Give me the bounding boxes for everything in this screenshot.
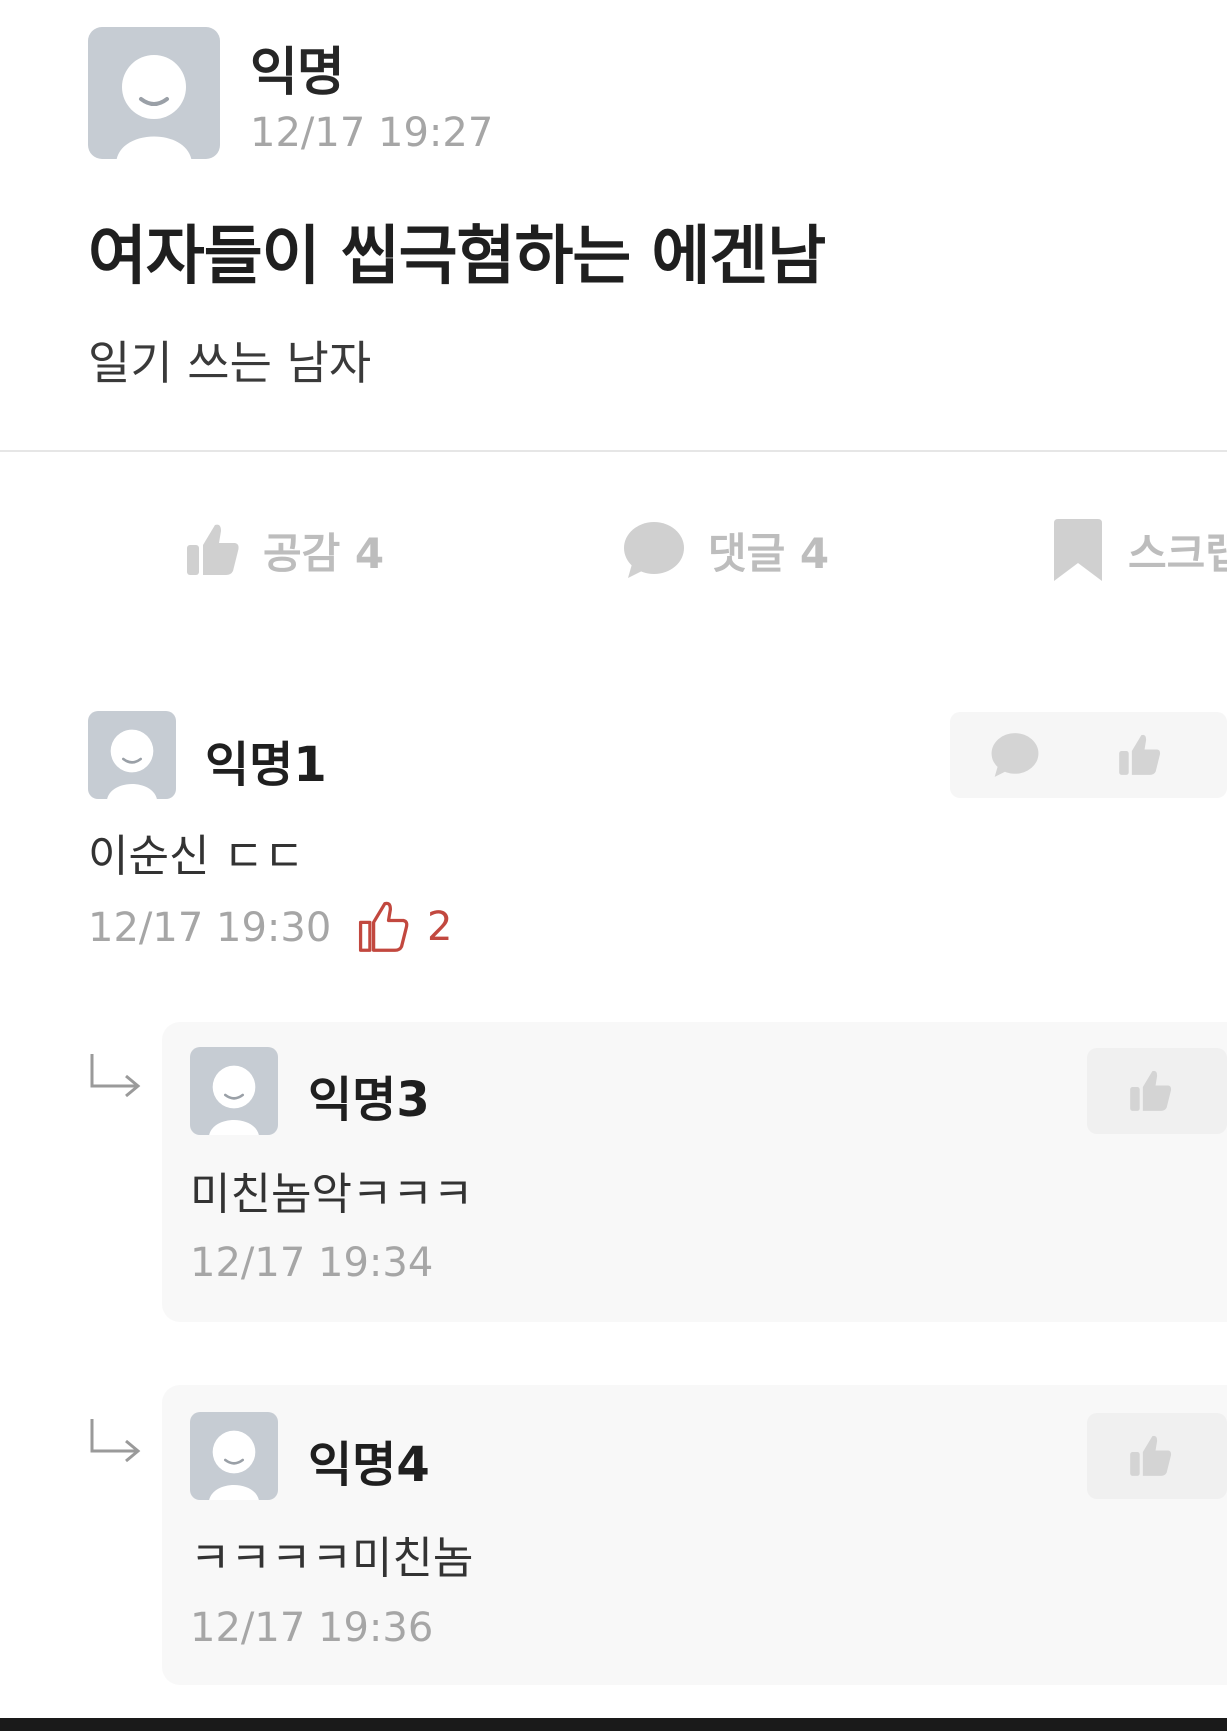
reply-author: 익명4 (308, 1437, 430, 1493)
comment-text: 이순신 ㄷㄷ (88, 831, 305, 882)
post-title: 여자들이 씹극혐하는 에겐남 (88, 220, 826, 294)
thumbs-up-icon (358, 901, 409, 952)
avatar-icon (209, 1065, 259, 1135)
reply-tools (1087, 1413, 1227, 1499)
reply-time: 12/17 19:34 (190, 1240, 434, 1286)
comment-author: 익명1 (205, 737, 327, 793)
divider (0, 450, 1227, 452)
post-time: 12/17 19:27 (250, 110, 494, 156)
comment-avatar (88, 711, 176, 799)
comment-like-number: 2 (427, 904, 453, 950)
thumbs-up-icon (187, 524, 239, 575)
reply-arrow-icon (90, 1419, 141, 1463)
reply-author: 익명3 (308, 1072, 430, 1128)
speech-bubble-icon (624, 522, 684, 578)
avatar-icon (107, 729, 157, 799)
comment-tools (950, 712, 1227, 798)
reply-tools (1087, 1048, 1227, 1134)
scrap-button[interactable]: 스크랩 (1050, 515, 1227, 585)
post-author: 익명 (250, 43, 345, 103)
reply-time: 12/17 19:36 (190, 1605, 434, 1651)
reply-button[interactable] (990, 731, 1040, 779)
like-button[interactable]: 공감 4 (183, 515, 384, 585)
bookmark-icon (1054, 519, 1102, 581)
reply-like-button[interactable] (1127, 1068, 1173, 1114)
comment-like-button[interactable] (1116, 732, 1162, 778)
post-avatar (88, 27, 220, 159)
reply-avatar (190, 1047, 278, 1135)
reply-arrow-icon (90, 1054, 141, 1098)
speech-bubble-icon (991, 733, 1039, 777)
post-body: 일기 쓰는 남자 (88, 336, 372, 390)
reply-like-button[interactable] (1127, 1433, 1173, 1479)
avatar-icon (116, 55, 192, 159)
comment-label: 댓글 4 (708, 528, 830, 578)
thumbs-up-icon (1130, 1070, 1172, 1111)
reply-text: 미친놈악ㅋㅋㅋ (190, 1169, 474, 1220)
comment-time: 12/17 19:30 (88, 905, 332, 951)
reply-text: ㅋㅋㅋㅋ미친놈 (190, 1533, 474, 1584)
comment-like-count: 2 (355, 900, 452, 954)
reply-avatar (190, 1412, 278, 1500)
bottom-edge (0, 1718, 1227, 1731)
thumbs-up-icon (1119, 734, 1161, 775)
comment-button[interactable]: 댓글 4 (622, 515, 829, 585)
scrap-label: 스크랩 (1128, 528, 1227, 578)
avatar-icon (209, 1430, 259, 1500)
like-label: 공감 4 (263, 528, 385, 578)
thumbs-up-icon (1130, 1435, 1172, 1476)
